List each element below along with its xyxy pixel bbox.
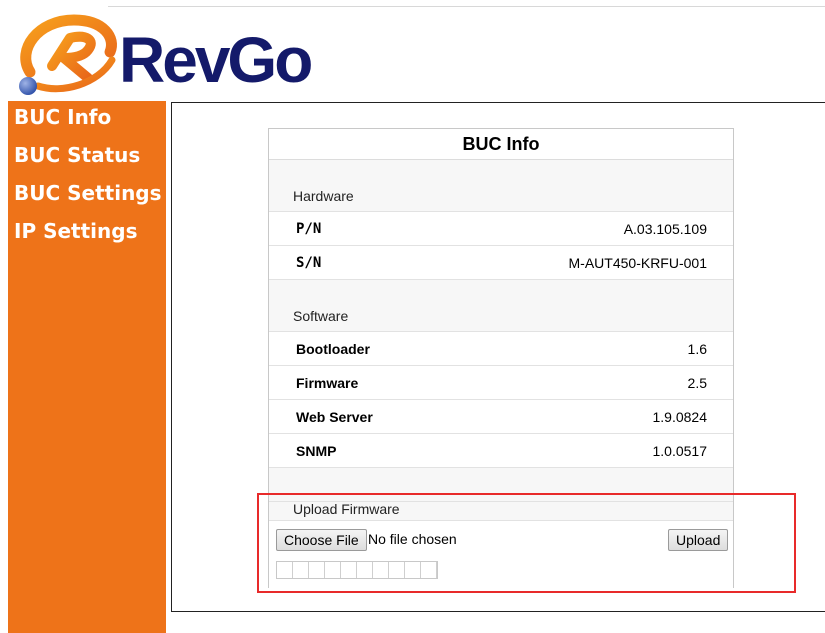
logo-wordmark: RevGo (119, 24, 313, 96)
section-spacer (269, 468, 733, 502)
info-row-snmp: SNMP 1.0.0517 (269, 434, 733, 468)
logo-swoosh-icon (19, 14, 117, 95)
upload-progress-bar (276, 561, 438, 579)
info-row-sn: S/N M-AUT450-KRFU-001 (269, 246, 733, 280)
row-value: 1.0.0517 (652, 443, 708, 459)
row-value: M-AUT450-KRFU-001 (568, 255, 707, 271)
row-label: S/N (296, 255, 322, 271)
row-value: 2.5 (687, 375, 707, 391)
upload-firmware-heading: Upload Firmware (269, 502, 733, 521)
panel-title: BUC Info (269, 129, 733, 160)
info-row-bootloader: Bootloader 1.6 (269, 332, 733, 366)
revgo-logo: RevGo (12, 14, 313, 98)
upload-button[interactable]: Upload (668, 529, 729, 551)
info-row-firmware: Firmware 2.5 (269, 366, 733, 400)
file-status-text: No file chosen (368, 531, 457, 547)
info-row-pn: P/N A.03.105.109 (269, 212, 733, 246)
choose-file-button[interactable]: Choose File (276, 529, 367, 551)
row-label: Web Server (296, 409, 373, 425)
nav-item-buc-settings[interactable]: BUC Settings (8, 177, 166, 215)
info-row-web-server: Web Server 1.9.0824 (269, 400, 733, 434)
top-divider (108, 6, 825, 7)
row-label: P/N (296, 221, 322, 237)
row-value: 1.6 (687, 341, 707, 357)
upload-firmware-area: Choose File No file chosen Upload (269, 521, 733, 591)
nav-item-ip-settings[interactable]: IP Settings (8, 215, 166, 253)
row-value: A.03.105.109 (623, 221, 707, 237)
row-label: Bootloader (296, 341, 370, 357)
row-value: 1.9.0824 (652, 409, 708, 425)
nav-item-buc-info[interactable]: BUC Info (8, 101, 166, 139)
sidebar-nav: BUC Info BUC Status BUC Settings IP Sett… (8, 101, 166, 633)
nav-item-buc-status[interactable]: BUC Status (8, 139, 166, 177)
row-label: Firmware (296, 375, 359, 391)
row-label: SNMP (296, 443, 337, 459)
buc-info-panel: BUC Info Hardware P/N A.03.105.109 S/N M… (268, 128, 734, 591)
hardware-section-heading: Hardware (269, 160, 733, 212)
software-section-heading: Software (269, 280, 733, 332)
